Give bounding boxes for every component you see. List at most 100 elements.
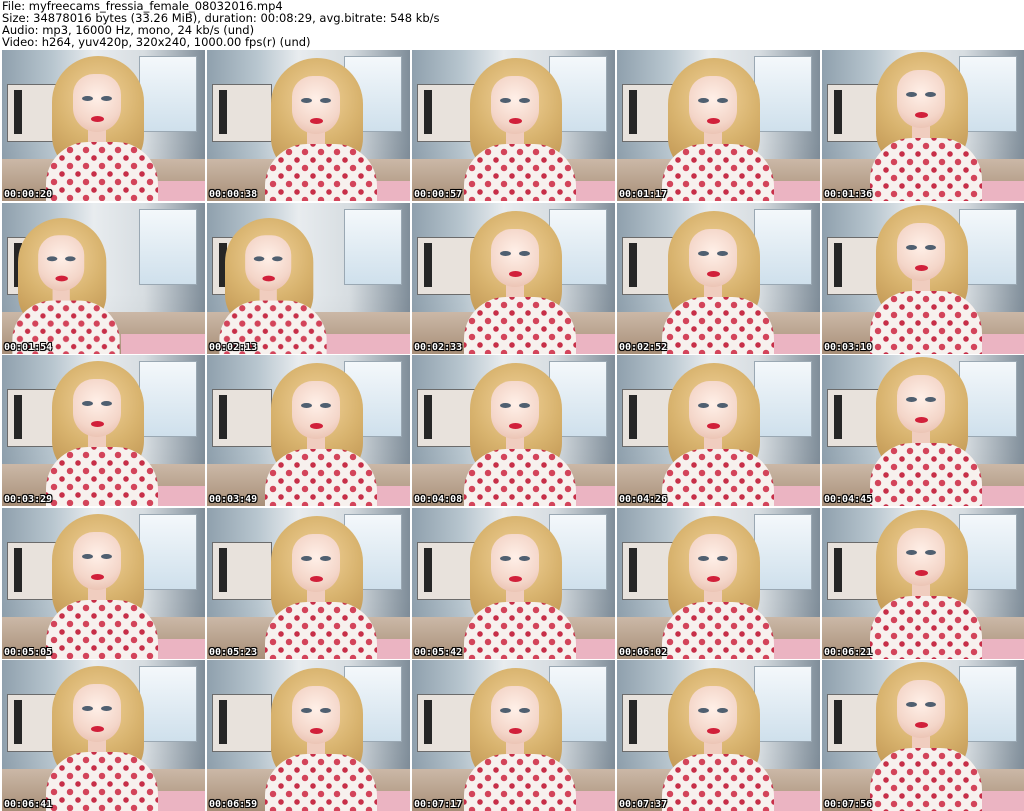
floral-dress [870, 748, 982, 811]
floral-dress [265, 449, 377, 506]
left-eye [698, 555, 709, 561]
floral-dress [464, 601, 576, 659]
person-figure [870, 509, 982, 659]
face [897, 527, 945, 586]
thumbnail-timestamp: 00:03:10 [824, 341, 873, 353]
pink-blanket [326, 333, 410, 354]
thumbnail-timestamp: 00:04:26 [619, 494, 668, 505]
face [292, 533, 340, 592]
right-eye [519, 250, 530, 256]
person-figure [265, 668, 377, 811]
lips [707, 575, 720, 582]
video-thumbnail: 00:02:52 [617, 202, 820, 354]
right-eye [320, 403, 331, 408]
lips [91, 726, 104, 732]
lips [915, 264, 928, 271]
left-eye [698, 708, 709, 713]
left-eye [500, 403, 511, 408]
right-eye [519, 98, 530, 103]
thumbnail-timestamp: 00:07:37 [619, 799, 668, 810]
face [491, 381, 539, 439]
face [73, 684, 121, 742]
person-figure [46, 666, 158, 811]
pink-blanket [121, 333, 205, 354]
floral-dress [265, 144, 377, 201]
video-thumbnail: 00:01:36 [822, 50, 1024, 201]
video-thumbnail: 00:06:02 [617, 507, 820, 659]
window [139, 208, 197, 285]
right-eye [925, 397, 936, 402]
left-eye [500, 555, 511, 561]
face [245, 234, 292, 291]
face [897, 70, 945, 128]
thumbnail-timestamp: 00:01:36 [824, 189, 873, 200]
floral-dress [870, 290, 982, 354]
floral-dress [464, 296, 576, 354]
video-thumbnail: 00:07:37 [617, 660, 820, 811]
face [897, 222, 945, 281]
thumbnail-timestamp: 00:07:17 [414, 799, 463, 810]
person-figure [662, 58, 774, 201]
face [73, 531, 121, 590]
video-thumbnail: 00:04:45 [822, 355, 1024, 506]
person-figure [46, 513, 158, 659]
thumbnail-timestamp: 00:06:02 [619, 646, 668, 658]
lips [509, 575, 522, 582]
lips [915, 722, 928, 728]
video-thumbnail: 00:04:26 [617, 355, 820, 506]
thumbnail-timestamp: 00:02:52 [619, 341, 668, 353]
face [897, 375, 945, 433]
person-figure [464, 515, 576, 659]
thumbnail-timestamp: 00:06:41 [4, 799, 53, 810]
right-eye [320, 555, 331, 561]
left-eye [82, 706, 93, 711]
video-thumbnail: 00:03:49 [207, 355, 410, 506]
thumbnail-timestamp: 00:07:56 [824, 799, 873, 810]
thumbnail-timestamp: 00:05:42 [414, 646, 463, 658]
face [491, 686, 539, 744]
floral-dress [464, 144, 576, 201]
video-info-line: Video: h264, yuv420p, 320x240, 1000.00 f… [2, 35, 311, 49]
face [689, 686, 737, 744]
face [491, 76, 539, 134]
person-figure [464, 58, 576, 201]
floral-dress [46, 599, 158, 659]
face [689, 76, 737, 134]
left-eye [301, 98, 312, 103]
lips [91, 421, 104, 427]
video-thumbnail: 00:05:23 [207, 507, 410, 659]
lips [55, 275, 68, 281]
face [38, 234, 85, 291]
person-figure [662, 363, 774, 506]
video-thumbnail: 00:02:33 [412, 202, 615, 354]
person-figure [464, 363, 576, 506]
face [689, 228, 737, 287]
floral-dress [662, 754, 774, 811]
left-eye [301, 708, 312, 713]
person-figure [219, 217, 327, 354]
thumbnail-timestamp: 00:04:45 [824, 494, 873, 505]
face [292, 686, 340, 744]
face [73, 379, 121, 437]
right-eye [320, 98, 331, 103]
lips [310, 728, 323, 734]
lips [509, 423, 522, 429]
right-eye [717, 403, 728, 408]
lips [707, 728, 720, 734]
floral-dress [46, 142, 158, 201]
right-eye [519, 555, 530, 561]
right-eye [925, 549, 936, 555]
video-thumbnail: 00:06:21 [822, 507, 1024, 659]
right-eye [101, 96, 112, 101]
person-figure [870, 662, 982, 811]
right-eye [717, 250, 728, 256]
person-figure [265, 58, 377, 201]
left-eye [906, 244, 917, 250]
video-thumbnail: 00:06:41 [2, 660, 205, 811]
right-eye [717, 555, 728, 561]
thumbnail-timestamp: 00:05:23 [209, 646, 258, 658]
video-thumbnail: 00:07:17 [412, 660, 615, 811]
face [689, 533, 737, 592]
right-eye [519, 403, 530, 408]
video-thumbnail: 00:05:05 [2, 507, 205, 659]
